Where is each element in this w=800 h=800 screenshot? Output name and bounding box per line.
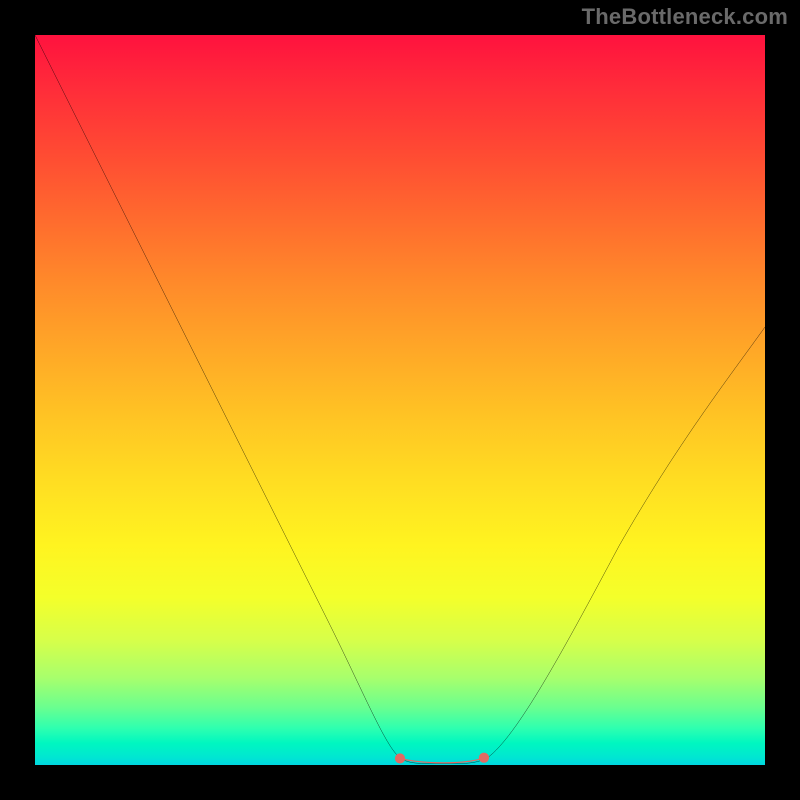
curve-svg [35, 35, 765, 765]
flat-minimum-dot-left [395, 753, 405, 763]
watermark-text: TheBottleneck.com [582, 4, 788, 30]
bottleneck-curve [35, 35, 765, 764]
chart-frame: TheBottleneck.com [0, 0, 800, 800]
flat-minimum-dot-right [479, 753, 489, 763]
plot-area [35, 35, 765, 765]
flat-minimum-marker [400, 758, 484, 763]
